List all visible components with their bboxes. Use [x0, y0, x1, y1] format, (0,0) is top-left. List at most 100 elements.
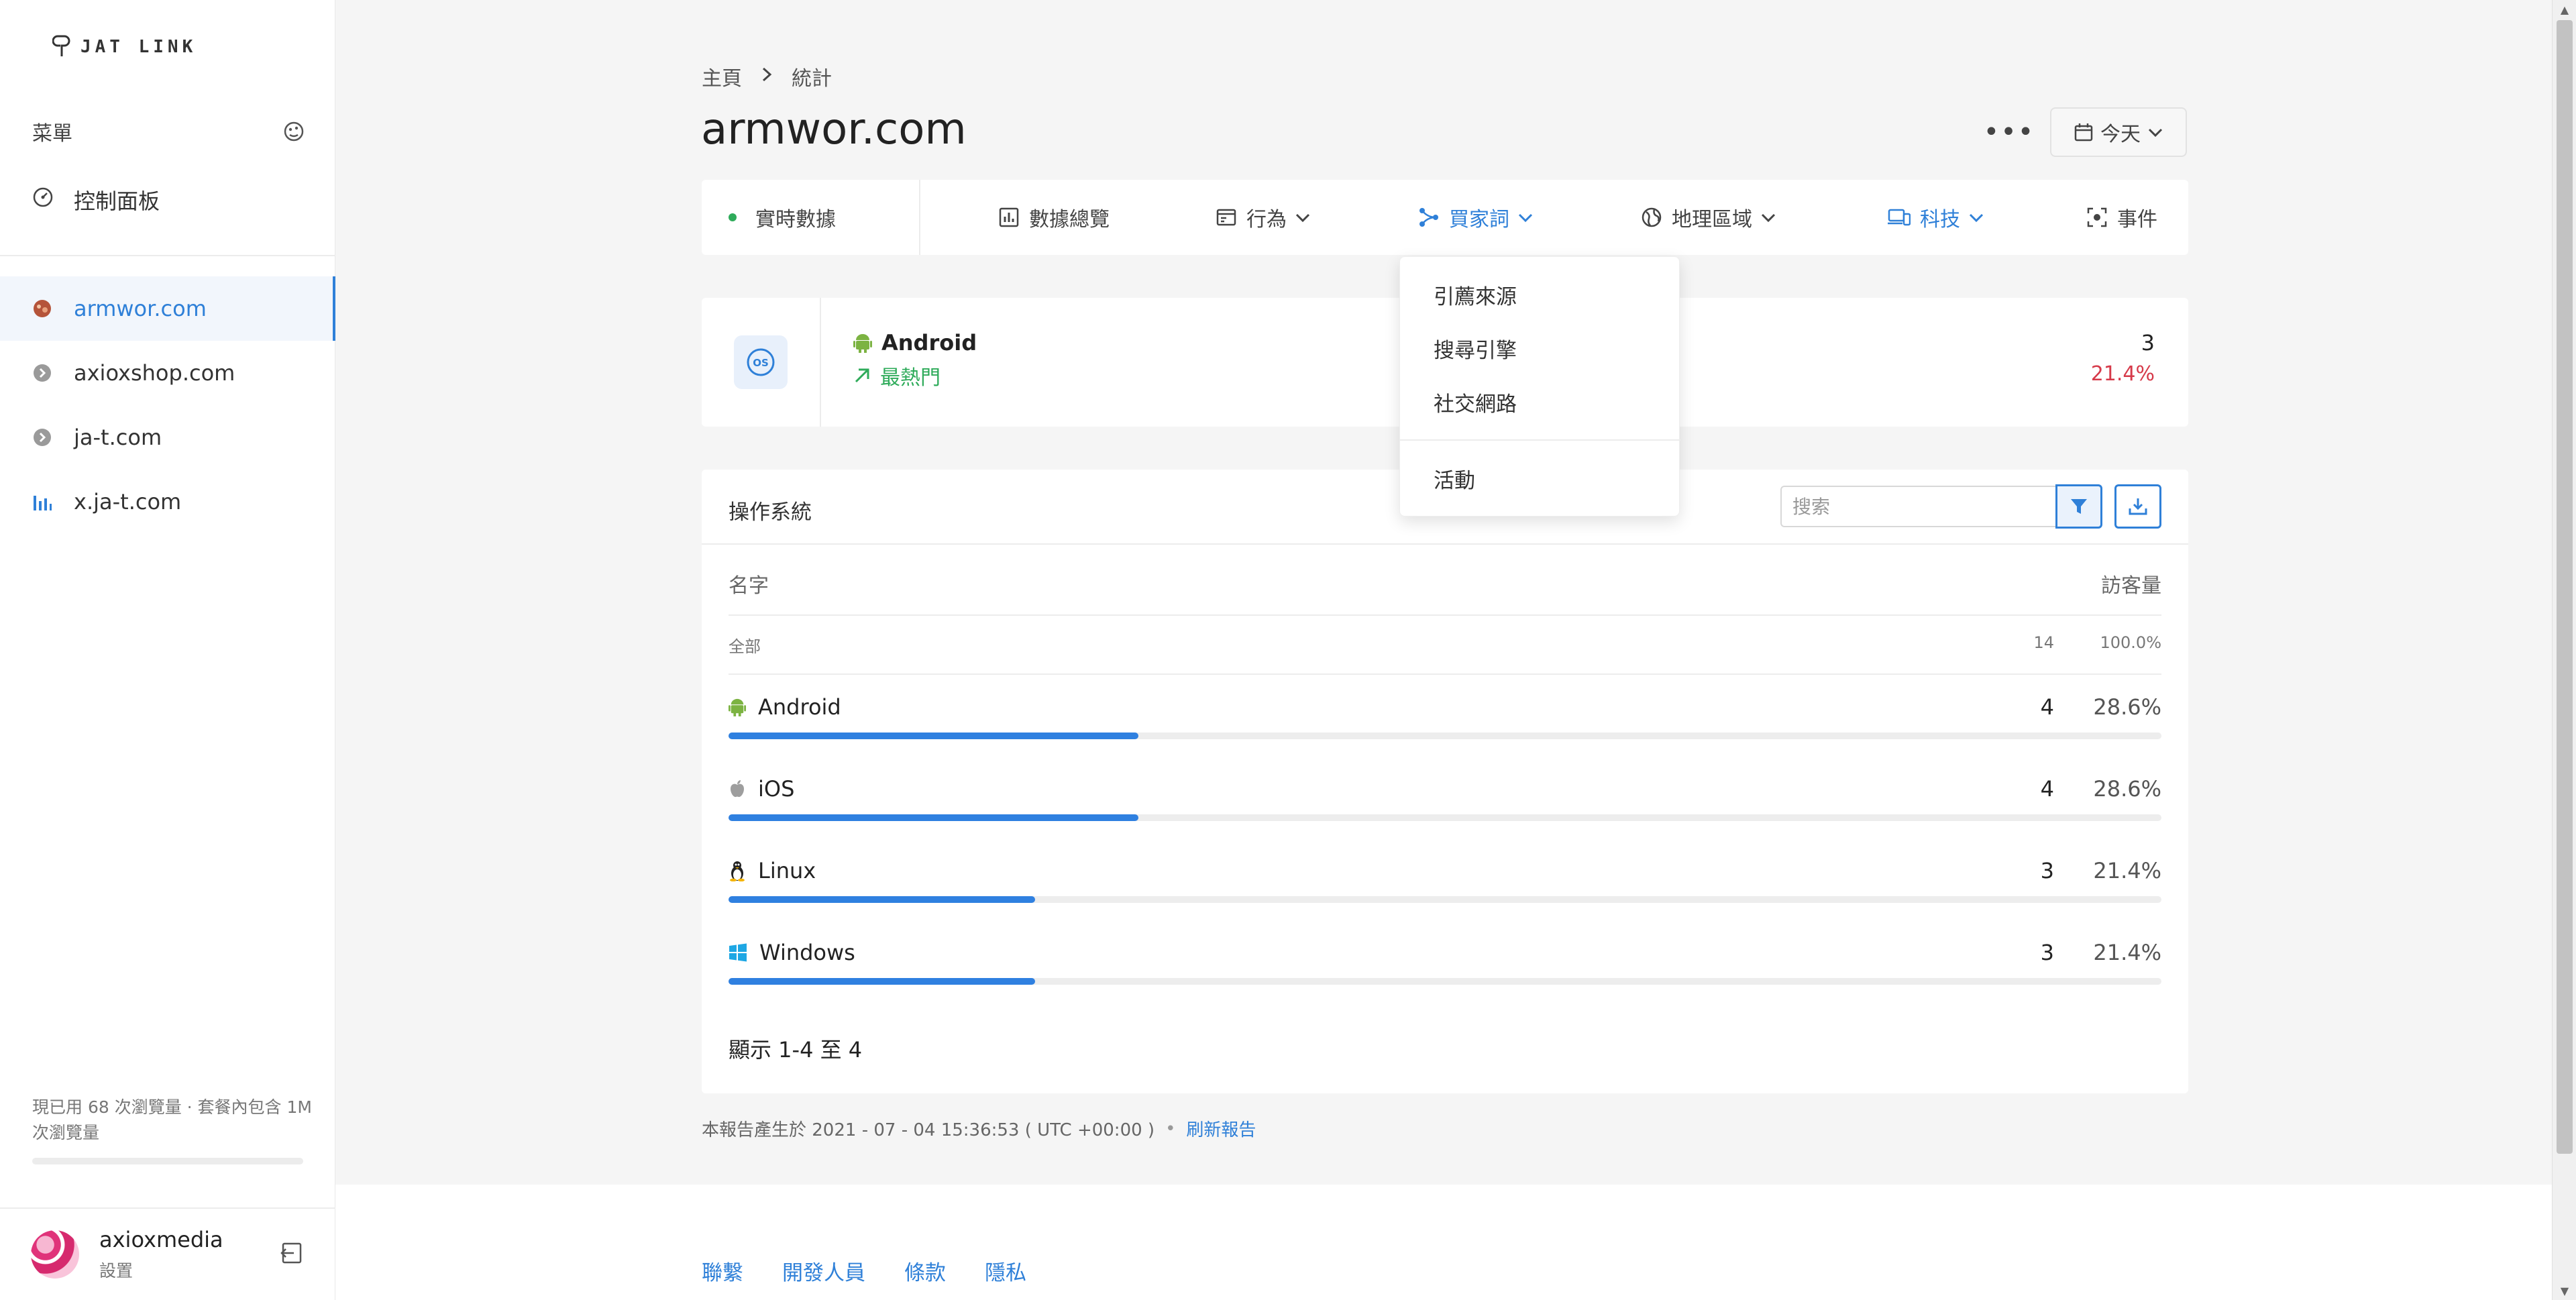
- scroll-down-arrow-icon[interactable]: ▼: [2558, 1284, 2571, 1297]
- row-count: 4: [2040, 694, 2054, 720]
- refresh-report-link[interactable]: 刷新報告: [1186, 1116, 1256, 1141]
- sidebar-site-label: axioxshop.com: [74, 360, 235, 386]
- menu-header: 菜單: [32, 115, 305, 148]
- table-row[interactable]: iOS 4 28.6%: [729, 773, 2161, 840]
- row-percent: 28.6%: [2093, 776, 2161, 802]
- all-row-percent: 100.0%: [2100, 633, 2161, 652]
- chevron-circle-icon: [34, 364, 51, 382]
- row-name: Windows: [759, 940, 855, 965]
- logout-icon[interactable]: [279, 1240, 306, 1266]
- filter-icon: [2071, 499, 2087, 514]
- top-item-label: Android: [881, 330, 977, 356]
- theme-toggle-icon[interactable]: [283, 121, 305, 142]
- header-divider: [729, 614, 2161, 616]
- row-percent: 21.4%: [2093, 940, 2161, 965]
- tab-overview[interactable]: 數據總覽: [998, 180, 1110, 255]
- menu-label: 菜單: [32, 122, 72, 146]
- table-row[interactable]: Android 4 28.6%: [729, 691, 2161, 758]
- tab-acquisition[interactable]: 買家詞: [1418, 180, 1534, 255]
- scrollbar-thumb[interactable]: [2557, 20, 2573, 1154]
- row-bar-track: [729, 896, 2161, 903]
- row-bar-fill: [729, 978, 1036, 985]
- tab-label: 行為: [1246, 208, 1287, 231]
- footer-link-terms[interactable]: 條款: [904, 1256, 946, 1286]
- tab-label: 科技: [1920, 208, 1960, 231]
- svg-text:OS: OS: [753, 357, 769, 369]
- menu-divider: [1400, 439, 1680, 441]
- breadcrumb-home[interactable]: 主頁: [702, 62, 742, 91]
- tab-label: 事件: [2117, 208, 2157, 231]
- chevron-down-icon: [1518, 213, 1533, 223]
- date-range-button[interactable]: 今天: [2050, 107, 2187, 157]
- date-range-label: 今天: [2100, 123, 2141, 146]
- avatar[interactable]: [31, 1230, 79, 1279]
- top-item-name: Android: [853, 330, 977, 356]
- row-bar-track: [729, 978, 2161, 985]
- sidebar-site-label: armwor.com: [74, 296, 207, 321]
- pagination-summary: 顯示 1-4 至 4: [729, 1037, 863, 1063]
- window-icon: [1216, 209, 1236, 226]
- all-row-count: 14: [2033, 633, 2054, 652]
- user-block[interactable]: axioxmedia 設置: [0, 1207, 335, 1300]
- table-row[interactable]: Linux 3 21.4%: [729, 855, 2161, 922]
- app-logo[interactable]: JAT LINK: [52, 34, 197, 60]
- menu-item-referrers[interactable]: 引薦來源: [1434, 280, 1517, 310]
- chevron-down-icon: [1969, 213, 1984, 223]
- tab-geo[interactable]: 地理區域: [1641, 180, 1776, 255]
- user-name: axioxmedia: [99, 1227, 223, 1252]
- top-item-count: 3: [2141, 330, 2155, 356]
- sidebar-site-armwor[interactable]: armwor.com: [0, 276, 335, 341]
- menu-item-campaigns[interactable]: 活動: [1434, 464, 1475, 494]
- tab-events[interactable]: 事件: [2086, 180, 2157, 255]
- more-options-button[interactable]: •••: [1984, 115, 2034, 149]
- menu-item-search-engines[interactable]: 搜尋引擎: [1434, 333, 1517, 364]
- usage-text: 現已用 68 次瀏覽量 · 套餐內包含 1M 次瀏覽量: [32, 1097, 312, 1142]
- breadcrumb-current: 統計: [792, 67, 832, 91]
- row-bar-track: [729, 814, 2161, 821]
- sidebar-item-label: 控制面板: [74, 188, 160, 214]
- share-nodes-icon: [1419, 208, 1438, 227]
- table-divider: [702, 543, 2188, 545]
- row-count: 4: [2040, 776, 2054, 802]
- row-percent: 28.6%: [2093, 694, 2161, 720]
- search-input[interactable]: [1780, 486, 2057, 527]
- android-icon: [853, 334, 872, 353]
- download-button[interactable]: [2114, 484, 2161, 529]
- gauge-icon: [33, 187, 53, 207]
- os-icon: OS: [747, 348, 775, 376]
- main-content: 主頁 統計 armwor.com ••• 今天 實時數據 數據總覽 行為 買家詞: [335, 0, 2552, 1300]
- row-name: iOS: [758, 776, 795, 802]
- sidebar-item-dashboard[interactable]: 控制面板: [32, 182, 160, 217]
- sidebar-site-axioxshop[interactable]: axioxshop.com: [0, 341, 335, 405]
- sidebar-site-x-ja-t[interactable]: x.ja-t.com: [0, 470, 335, 534]
- tab-label: 買家詞: [1449, 208, 1509, 231]
- chevron-down-icon: [2148, 128, 2163, 138]
- footer-link-contact[interactable]: 聯繫: [702, 1256, 743, 1286]
- vertical-scrollbar[interactable]: ▲ ▼: [2552, 0, 2576, 1300]
- stats-tabs: 實時數據 數據總覽 行為 買家詞 地理區域 科技 事件: [702, 180, 2188, 255]
- sidebar-site-ja-t[interactable]: ja-t.com: [0, 405, 335, 470]
- footer-link-developers[interactable]: 開發人員: [782, 1256, 865, 1286]
- footer-link-privacy[interactable]: 隱私: [985, 1256, 1026, 1286]
- chevron-circle-icon: [34, 429, 51, 446]
- tab-realtime[interactable]: 實時數據: [729, 180, 836, 255]
- row-count: 3: [2040, 858, 2054, 883]
- menu-item-social-networks[interactable]: 社交網路: [1434, 387, 1517, 417]
- live-dot-icon: [729, 213, 737, 221]
- footer-links: 聯繫 開發人員 條款 隱私: [702, 1256, 1065, 1286]
- tab-tech[interactable]: 科技: [1888, 180, 1984, 255]
- filter-button[interactable]: [2055, 484, 2102, 529]
- summary-divider: [820, 298, 821, 427]
- user-settings-link[interactable]: 設置: [99, 1258, 223, 1282]
- scroll-up-arrow-icon[interactable]: ▲: [2558, 3, 2571, 16]
- site-favicon-icon: [34, 300, 51, 317]
- table-title: 操作系統: [729, 500, 812, 525]
- apple-icon: [731, 780, 744, 798]
- column-header-visitors: 訪客量: [2101, 574, 2161, 598]
- globe-icon: [1642, 207, 1662, 227]
- bar-chart-icon: [34, 496, 52, 510]
- table-row[interactable]: Windows 3 21.4%: [729, 936, 2161, 1004]
- chevron-down-icon: [1295, 213, 1310, 223]
- chevron-right-icon: [762, 67, 772, 81]
- tab-behavior[interactable]: 行為: [1216, 180, 1311, 255]
